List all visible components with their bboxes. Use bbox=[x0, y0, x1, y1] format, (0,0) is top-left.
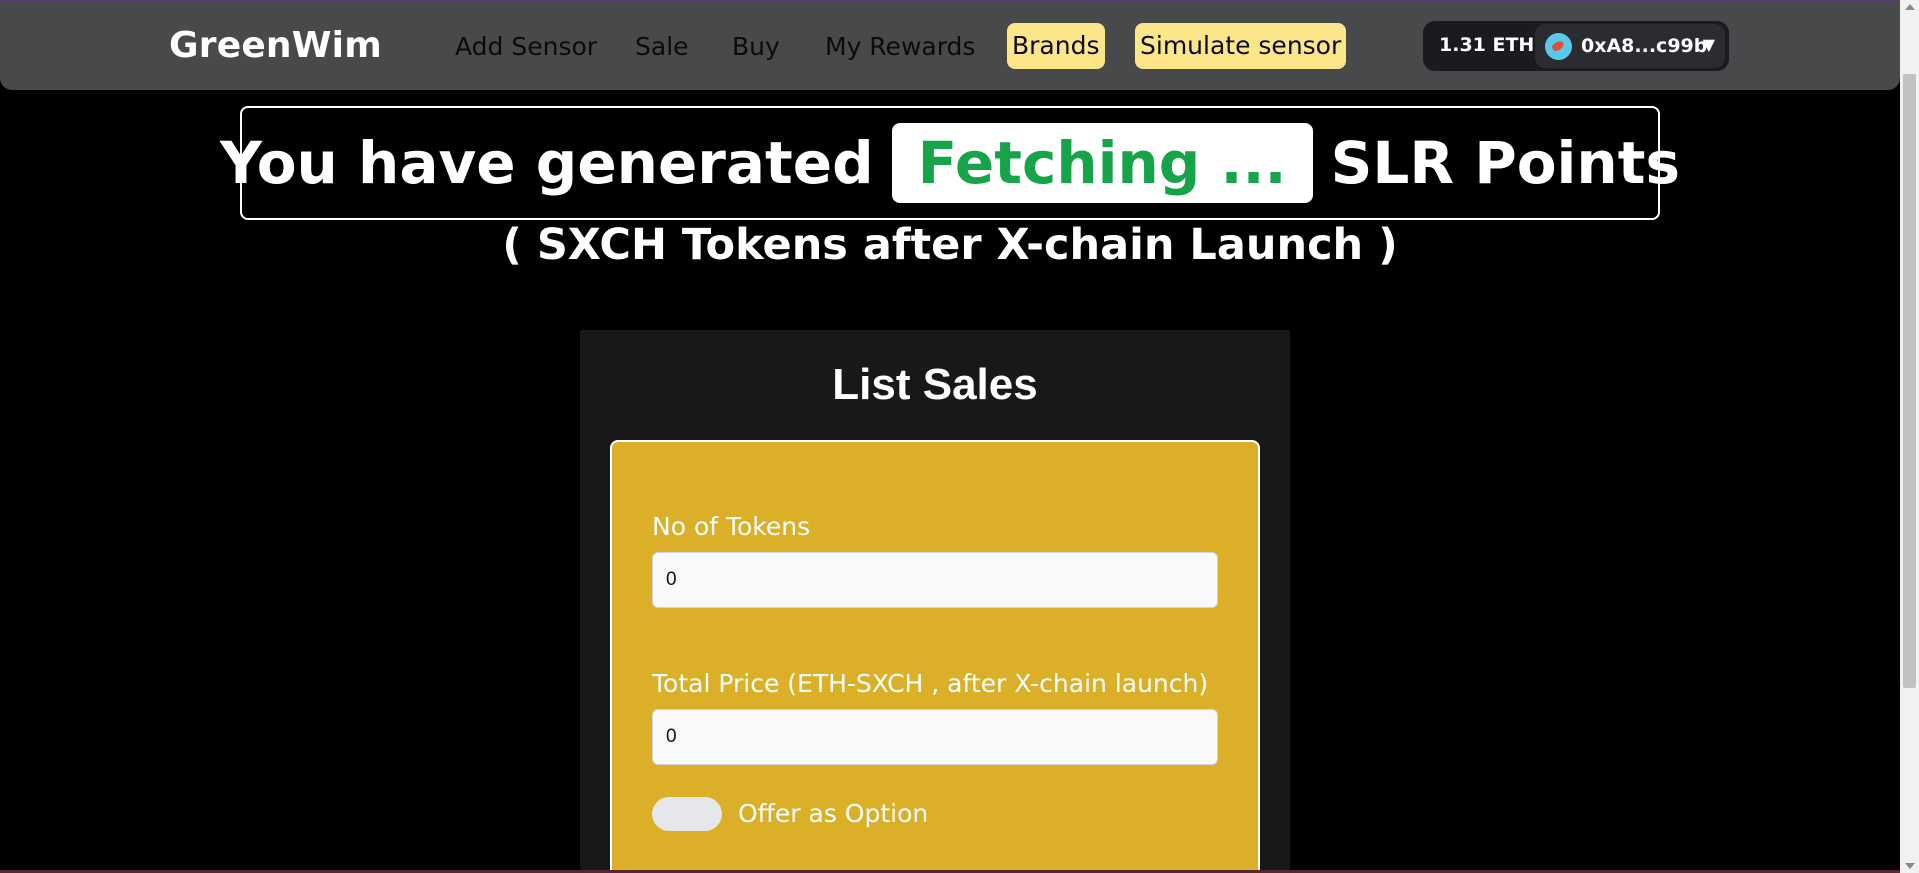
wallet-widget[interactable]: 1.31 ETH 0xA8...c99b ▼ bbox=[1423, 21, 1729, 71]
sale-form: No of Tokens 0 Total Price (ETH-SXCH , a… bbox=[610, 440, 1260, 873]
nav-my-rewards[interactable]: My Rewards bbox=[825, 32, 975, 61]
vertical-scrollbar[interactable] bbox=[1900, 0, 1919, 873]
price-label: Total Price (ETH-SXCH , after X-chain la… bbox=[652, 669, 1209, 698]
offer-option-toggle[interactable] bbox=[652, 797, 722, 831]
nav-sale[interactable]: Sale bbox=[635, 32, 689, 61]
account-button[interactable]: 0xA8...c99b ▼ bbox=[1535, 24, 1725, 68]
banner-subtitle: ( SXCH Tokens after X-chain Launch ) bbox=[502, 220, 1398, 270]
chevron-down-icon: ▼ bbox=[1702, 35, 1715, 54]
banner-prefix: You have generated bbox=[220, 129, 874, 197]
offer-option-label: Offer as Option bbox=[738, 799, 929, 828]
navbar: GreenWim Add Sensor Sale Buy My Rewards … bbox=[0, 2, 1900, 90]
avatar-icon bbox=[1545, 33, 1572, 60]
brand-logo[interactable]: GreenWim bbox=[169, 25, 382, 66]
banner-suffix: SLR Points bbox=[1330, 129, 1680, 197]
tokens-input[interactable]: 0 bbox=[652, 552, 1218, 608]
wallet-balance[interactable]: 1.31 ETH bbox=[1439, 34, 1534, 56]
scrollbar-thumb[interactable] bbox=[1903, 74, 1916, 688]
nav-add-sensor[interactable]: Add Sensor bbox=[455, 32, 597, 61]
scroll-down-icon[interactable] bbox=[1905, 863, 1915, 869]
points-value: Fetching ... bbox=[891, 123, 1313, 203]
page: GreenWim Add Sensor Sale Buy My Rewards … bbox=[0, 0, 1919, 873]
nav-buy[interactable]: Buy bbox=[732, 32, 780, 61]
scroll-up-icon[interactable] bbox=[1905, 4, 1915, 10]
list-sales-panel: List Sales No of Tokens 0 Total Price (E… bbox=[580, 330, 1290, 873]
simulate-sensor-button[interactable]: Simulate sensor bbox=[1135, 23, 1347, 69]
tokens-label: No of Tokens bbox=[652, 512, 811, 541]
brands-button[interactable]: Brands bbox=[1007, 23, 1105, 69]
panel-title: List Sales bbox=[832, 360, 1038, 409]
price-input[interactable]: 0 bbox=[652, 709, 1218, 765]
wallet-address: 0xA8...c99b bbox=[1581, 35, 1708, 57]
points-banner: You have generated Fetching ... SLR Poin… bbox=[220, 106, 1680, 220]
